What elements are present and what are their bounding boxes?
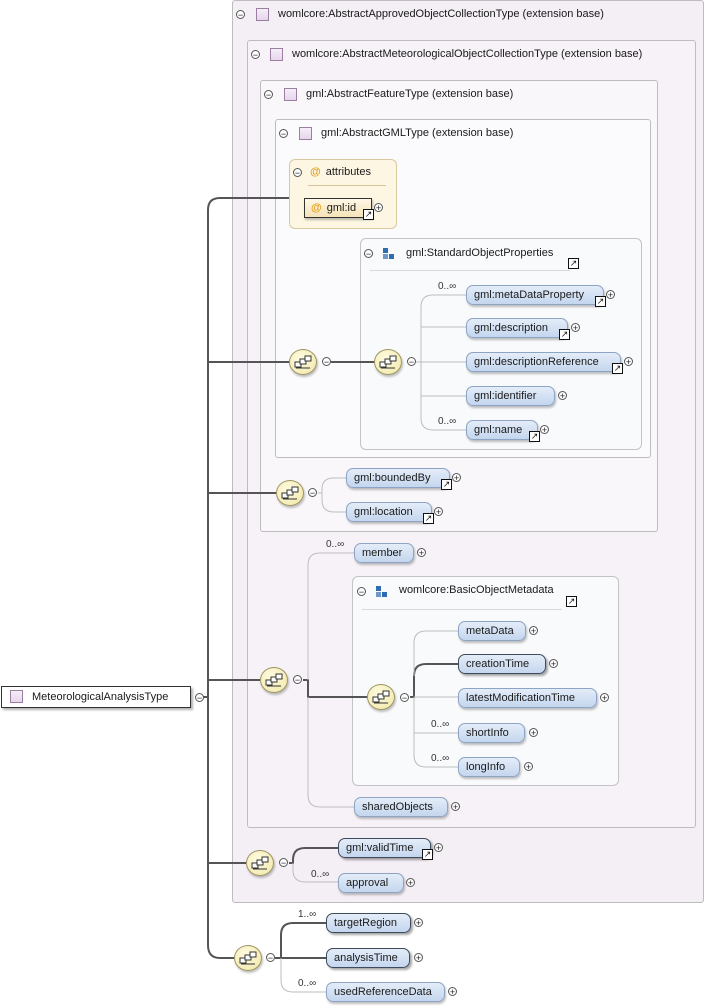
element-label: targetRegion	[334, 917, 397, 929]
collapse-sequence-toggle[interactable]: −	[266, 953, 275, 963]
element-gml-metadataproperty[interactable]: gml:metaDataProperty ↗	[466, 285, 606, 307]
expand-element-toggle[interactable]: +	[571, 323, 580, 333]
element-gml-description[interactable]: gml:description ↗	[466, 318, 570, 340]
expand-element-toggle[interactable]: +	[452, 473, 461, 483]
element-label: shortInfo	[466, 727, 509, 739]
cardinality-label: 0..∞	[298, 978, 317, 989]
expand-element-toggle[interactable]: +	[600, 693, 609, 703]
element-label: analysisTime	[334, 952, 398, 964]
element-label: gml:description	[474, 322, 548, 334]
element-approval[interactable]: approval	[338, 873, 404, 893]
element-gml-name[interactable]: gml:name ↗	[466, 420, 540, 442]
element-member[interactable]: member	[354, 543, 414, 563]
element-longinfo[interactable]: longInfo	[458, 757, 520, 777]
element-analysistime[interactable]: analysisTime	[326, 948, 410, 968]
element-label: gml:identifier	[474, 390, 537, 402]
type-icon	[10, 690, 23, 703]
element-gml-descriptionreference[interactable]: gml:descriptionReference ↗	[466, 352, 623, 374]
expand-element-toggle[interactable]: +	[540, 425, 549, 435]
element-label: gml:boundedBy	[354, 472, 431, 484]
element-shortinfo[interactable]: shortInfo	[458, 723, 525, 743]
element-label: gml:metaDataProperty	[474, 289, 585, 301]
cardinality-label: 0..∞	[431, 719, 450, 730]
reference-arrow-icon: ↗	[441, 479, 452, 490]
element-gml-location[interactable]: gml:location ↗	[346, 502, 434, 524]
expand-element-toggle[interactable]: +	[434, 843, 443, 853]
expand-element-toggle[interactable]: +	[529, 626, 538, 636]
element-sharedobjects[interactable]: sharedObjects	[354, 797, 448, 817]
collapse-sequence-toggle[interactable]: −	[400, 693, 409, 703]
collapse-sequence-toggle[interactable]: −	[293, 675, 302, 685]
sequence-compositor-feature[interactable]	[276, 480, 304, 506]
sequence-compositor-gml[interactable]	[289, 349, 317, 375]
element-label: creationTime	[466, 658, 530, 670]
expand-element-toggle[interactable]: +	[406, 878, 415, 888]
element-label: gml:name	[474, 424, 523, 436]
element-label: gml:descriptionReference	[474, 356, 599, 368]
reference-arrow-icon: ↗	[529, 431, 540, 442]
expand-element-toggle[interactable]: +	[549, 659, 558, 669]
element-label: metaData	[466, 625, 514, 637]
reference-arrow-icon: ↗	[612, 363, 623, 374]
collapse-root-toggle[interactable]: −	[195, 693, 204, 703]
sequence-compositor-std-props[interactable]	[374, 349, 402, 375]
root-type-meteorological-analysis[interactable]: MeteorologicalAnalysisType	[1, 686, 191, 708]
collapse-sequence-toggle[interactable]: −	[407, 357, 416, 367]
sequence-compositor-basic-meta[interactable]	[367, 684, 395, 710]
sequence-compositor-analysis[interactable]	[234, 945, 262, 971]
reference-arrow-icon: ↗	[423, 513, 434, 524]
root-label: MeteorologicalAnalysisType	[32, 691, 169, 703]
element-latestmodificationtime[interactable]: latestModificationTime	[458, 688, 597, 708]
cardinality-label: 1..∞	[298, 909, 317, 920]
expand-element-toggle[interactable]: +	[414, 918, 423, 928]
element-gml-boundedby[interactable]: gml:boundedBy ↗	[346, 468, 452, 490]
expand-element-toggle[interactable]: +	[414, 953, 423, 963]
expand-element-toggle[interactable]: +	[524, 762, 533, 772]
element-usedreferencedata[interactable]: usedReferenceData	[326, 982, 445, 1002]
collapse-sequence-toggle[interactable]: −	[308, 488, 317, 498]
element-label: approval	[346, 877, 389, 889]
cardinality-label: 0..∞	[438, 281, 457, 292]
expand-element-toggle[interactable]: +	[558, 391, 567, 401]
element-label: longInfo	[466, 761, 506, 773]
element-targetregion[interactable]: targetRegion	[326, 913, 411, 933]
collapse-sequence-toggle[interactable]: −	[322, 357, 331, 367]
element-label: member	[362, 547, 403, 559]
reference-arrow-icon: ↗	[595, 296, 606, 307]
element-label: gml:location	[354, 506, 413, 518]
element-creationtime[interactable]: creationTime	[458, 654, 546, 674]
element-metadata[interactable]: metaData	[458, 621, 526, 641]
element-gml-validtime[interactable]: gml:validTime ↗	[338, 838, 433, 860]
expand-element-toggle[interactable]: +	[451, 802, 460, 812]
element-gml-identifier[interactable]: gml:identifier	[466, 386, 555, 406]
reference-arrow-icon: ↗	[422, 849, 433, 860]
element-label: usedReferenceData	[334, 986, 432, 998]
expand-element-toggle[interactable]: +	[606, 290, 615, 300]
cardinality-label: 0..∞	[311, 869, 330, 880]
collapse-sequence-toggle[interactable]: −	[279, 858, 288, 868]
expand-element-toggle[interactable]: +	[529, 728, 538, 738]
element-label: sharedObjects	[362, 801, 433, 813]
expand-element-toggle[interactable]: +	[417, 548, 426, 558]
reference-arrow-icon: ↗	[559, 329, 570, 340]
expand-element-toggle[interactable]: +	[448, 987, 457, 997]
element-label: gml:validTime	[346, 842, 414, 854]
cardinality-label: 0..∞	[438, 416, 457, 427]
sequence-compositor-approved[interactable]	[246, 850, 274, 876]
sequence-compositor-meteo[interactable]	[260, 667, 288, 693]
expand-element-toggle[interactable]: +	[624, 357, 633, 367]
element-label: latestModificationTime	[466, 692, 576, 704]
cardinality-label: 0..∞	[326, 539, 345, 550]
cardinality-label: 0..∞	[431, 753, 450, 764]
expand-element-toggle[interactable]: +	[434, 507, 443, 517]
